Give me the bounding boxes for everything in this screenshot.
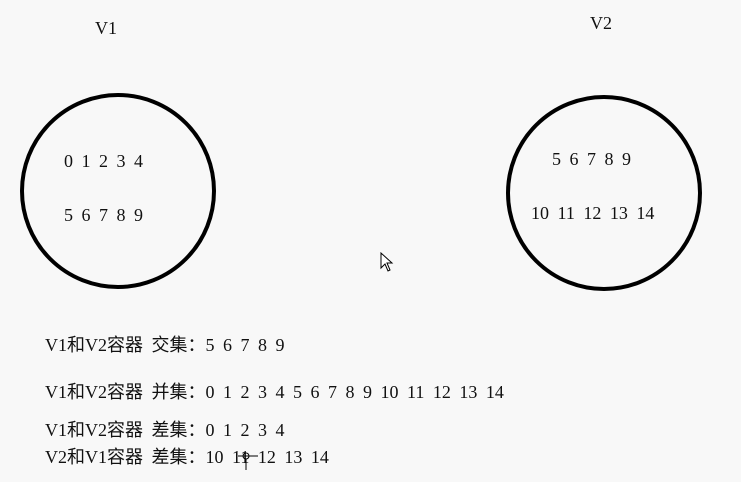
- v1-circle: [20, 93, 216, 289]
- difference-v1-v2-label: V1和V2容器 差集：: [45, 420, 206, 440]
- union-label: V1和V2容器 并集：: [45, 382, 206, 402]
- intersection-label: V1和V2容器 交集：: [45, 335, 206, 355]
- difference-v1-v2-values: 0 1 2 3 4: [205, 420, 285, 440]
- v1-row-2: 5 6 7 8 9: [64, 205, 143, 225]
- v2-row-1: 5 6 7 8 9: [552, 149, 631, 169]
- difference-v2-v1-line: V2和V1容器 差集：10 11 12 13 14: [45, 443, 329, 469]
- difference-v2-v1-label: V2和V1容器 差集：: [45, 447, 206, 467]
- v1-title: V1: [95, 18, 117, 38]
- union-line: V1和V2容器 并集：0 1 2 3 4 5 6 7 8 9 10 11 12 …: [45, 378, 504, 404]
- intersection-values: 5 6 7 8 9: [205, 335, 285, 355]
- v2-title: V2: [590, 13, 612, 33]
- intersection-line: V1和V2容器 交集：5 6 7 8 9: [45, 331, 285, 357]
- difference-v2-v1-values: 10 11 12 13 14: [205, 447, 329, 467]
- difference-v1-v2-line: V1和V2容器 差集：0 1 2 3 4: [45, 416, 285, 442]
- v2-circle: [506, 95, 702, 291]
- union-values: 0 1 2 3 4 5 6 7 8 9 10 11 12 13 14: [205, 382, 504, 402]
- v2-row-2: 10 11 12 13 14: [531, 203, 655, 223]
- v1-row-1: 0 1 2 3 4: [64, 151, 143, 171]
- mouse-pointer-icon: [380, 252, 394, 272]
- text-cursor-icon: [238, 452, 258, 470]
